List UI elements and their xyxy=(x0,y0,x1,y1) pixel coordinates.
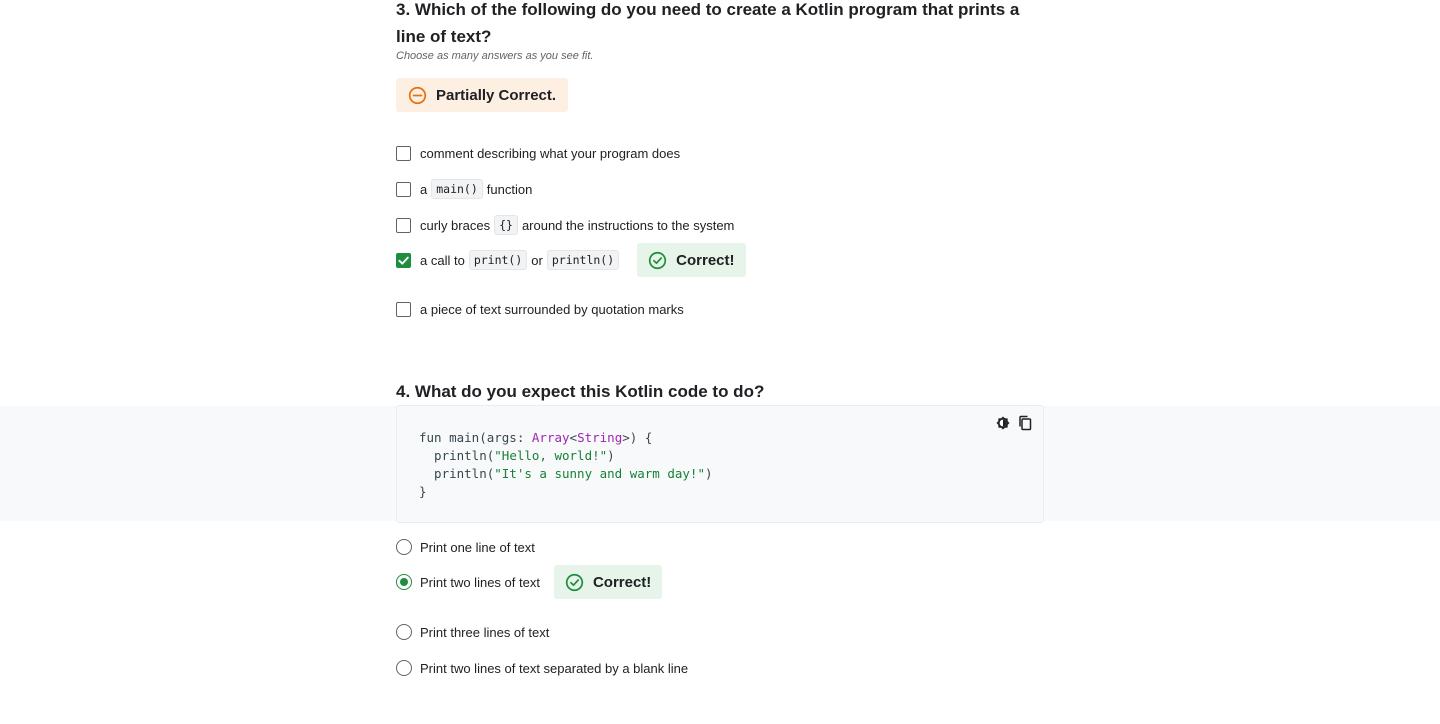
kotlin-code: fun main(args: Array<String>) { println(… xyxy=(419,430,713,499)
correct-badge: Correct! xyxy=(553,565,663,599)
option-label-post: around the instructions to the system xyxy=(521,217,735,233)
inline-code: println() xyxy=(546,250,620,270)
question-3-hint: Choose as many answers as you see fit. xyxy=(396,50,594,62)
radio-button[interactable] xyxy=(396,624,412,640)
option-label: Print one line of text xyxy=(420,539,535,555)
q3-option-main-function[interactable]: a main() function xyxy=(396,179,532,199)
q4-option-three-lines[interactable]: Print three lines of text xyxy=(396,622,549,642)
checkbox-checked[interactable] xyxy=(396,252,411,268)
question-3-title: 3. Which of the following do you need to… xyxy=(396,0,1020,46)
option-label: Print two lines of text xyxy=(420,574,540,590)
radio-button[interactable] xyxy=(396,660,412,676)
checkbox[interactable] xyxy=(396,217,411,233)
partial-correct-badge: Partially Correct. xyxy=(396,78,569,112)
option-label: a piece of text surrounded by quotation … xyxy=(420,301,684,317)
checkbox[interactable] xyxy=(396,181,411,197)
q3-option-print-call-row: a call to print() or println() Correct! xyxy=(396,243,746,277)
radio-button[interactable] xyxy=(396,539,412,555)
copy-icon[interactable] xyxy=(1017,415,1033,431)
option-label-pre: a call to xyxy=(420,252,465,268)
correct-label: Correct! xyxy=(676,251,735,269)
inline-code: {} xyxy=(494,215,518,235)
inline-code: print() xyxy=(468,250,528,270)
option-label-pre: curly braces xyxy=(420,217,491,233)
checkbox[interactable] xyxy=(396,145,411,161)
option-label-post: function xyxy=(486,181,533,197)
partial-correct-label: Partially Correct. xyxy=(436,86,557,104)
correct-label: Correct! xyxy=(592,573,652,591)
code-block: fun main(args: Array<String>) { println(… xyxy=(396,405,1044,523)
q3-option-curly-braces[interactable]: curly braces {} around the instructions … xyxy=(396,215,734,235)
q3-option-print-call[interactable]: a call to print() or println() xyxy=(396,250,623,270)
q3-option-quoted-text[interactable]: a piece of text surrounded by quotation … xyxy=(396,299,684,319)
option-label-pre: a xyxy=(420,181,428,197)
check-circle-icon xyxy=(565,573,584,591)
q4-option-blank-line[interactable]: Print two lines of text separated by a b… xyxy=(396,658,688,678)
check-circle-icon xyxy=(649,251,667,269)
checkbox[interactable] xyxy=(396,301,411,317)
q4-option-two-lines[interactable]: Print two lines of text xyxy=(396,574,540,590)
partial-correct-icon xyxy=(408,86,427,104)
code-toolbar xyxy=(995,415,1033,431)
q4-option-two-lines-row: Print two lines of text Correct! xyxy=(396,565,663,599)
theme-toggle-icon[interactable] xyxy=(995,415,1011,431)
option-label: Print two lines of text separated by a b… xyxy=(420,660,689,676)
q3-option-comment[interactable]: comment describing what your program doe… xyxy=(396,143,680,163)
question-4-title: 4. What do you expect this Kotlin code t… xyxy=(396,382,765,401)
option-label: comment describing what your program doe… xyxy=(420,145,681,161)
option-label-mid: or xyxy=(531,252,543,268)
option-label: Print three lines of text xyxy=(420,624,550,640)
q4-option-one-line[interactable]: Print one line of text xyxy=(396,537,535,557)
radio-button-selected[interactable] xyxy=(396,574,412,590)
check-icon xyxy=(398,256,409,265)
correct-badge: Correct! xyxy=(637,243,746,277)
inline-code: main() xyxy=(431,179,483,199)
